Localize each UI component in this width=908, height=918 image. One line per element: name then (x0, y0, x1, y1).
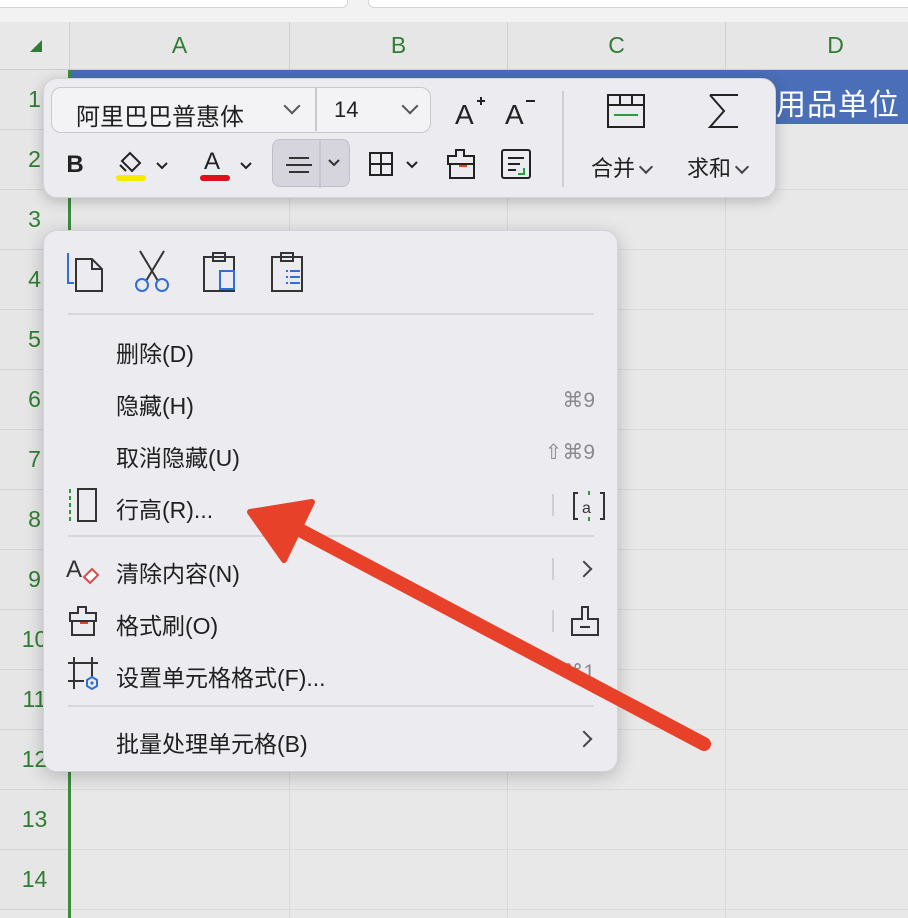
format-painter-icon[interactable] (440, 141, 484, 187)
menu-item-shortcut: ⌘1 (562, 661, 595, 684)
border-button[interactable] (364, 143, 424, 185)
menu-item-shortcut: ⇧⌘9 (544, 441, 595, 464)
font-color-button[interactable]: A (196, 143, 256, 185)
sum-label: 求和 (687, 156, 732, 181)
highlight-color-button[interactable] (112, 143, 172, 185)
font-size-increase-icon[interactable]: A (449, 91, 489, 131)
divider (552, 494, 554, 516)
row-header-13[interactable]: 13 (0, 790, 70, 850)
eraser-icon: A (66, 551, 102, 587)
divider (552, 610, 554, 632)
top-bar (0, 0, 908, 22)
format-toolbar: 阿里巴巴普惠体 14 A A B A 合并 求和 (43, 78, 776, 198)
menu-item-unhide[interactable]: 取消隐藏(U) ⇧⌘9 (44, 427, 619, 479)
menu-item-delete[interactable]: 删除(D) (44, 323, 619, 375)
formula-box[interactable] (0, 0, 348, 8)
svg-text:A: A (455, 99, 474, 129)
hand-paint-icon[interactable] (568, 603, 604, 639)
font-size-decrease-icon[interactable]: A (499, 91, 539, 131)
font-selector[interactable]: 阿里巴巴普惠体 14 (51, 87, 431, 133)
chevron-down-icon (734, 159, 750, 175)
font-size: 14 (334, 97, 359, 122)
merge-button[interactable]: 合并 (591, 151, 654, 183)
sigma-icon[interactable] (700, 89, 748, 133)
chevron-right-icon (575, 730, 593, 748)
svg-text:A: A (204, 148, 220, 175)
menu-item-label: 删除(D) (116, 341, 194, 367)
svg-text:A: A (505, 99, 524, 129)
row-header-14[interactable]: 14 (0, 850, 70, 910)
bold-icon[interactable]: B (58, 145, 92, 185)
menu-item-clear-content[interactable]: A 清除内容(N) (44, 543, 619, 595)
menu-item-label: 隐藏(H) (116, 393, 194, 419)
highlight-color-swatch (116, 175, 146, 181)
column-header-b[interactable]: B (290, 22, 508, 70)
select-all-corner[interactable] (0, 22, 70, 70)
svg-text:a: a (582, 500, 591, 517)
auto-fit-icon[interactable]: a (572, 489, 606, 523)
menu-item-label: 设置单元格格式(F)... (116, 665, 326, 691)
grid-line (70, 789, 908, 790)
column-header-c[interactable]: C (508, 22, 726, 70)
chevron-down-icon[interactable] (283, 97, 301, 115)
grid-line (70, 849, 908, 850)
menu-divider (68, 535, 594, 537)
menu-item-row-height[interactable]: 行高(R)... a (44, 479, 619, 531)
paste-special-icon[interactable] (266, 249, 310, 293)
title-cell-text: 用品单位 (776, 89, 900, 122)
menu-item-shortcut: ⌘9 (562, 389, 595, 412)
grid-line (70, 909, 908, 910)
grid-line (725, 124, 726, 918)
column-header-a[interactable]: A (70, 22, 290, 70)
svg-text:A: A (66, 556, 82, 583)
menu-item-batch-process[interactable]: 批量处理单元格(B) (44, 713, 619, 765)
chevron-down-icon[interactable] (401, 97, 419, 115)
font-name: 阿里巴巴普惠体 (76, 104, 244, 131)
row-height-icon (66, 487, 102, 523)
menu-item-label: 批量处理单元格(B) (116, 731, 308, 757)
menu-item-hide[interactable]: 隐藏(H) ⌘9 (44, 375, 619, 427)
sum-button[interactable]: 求和 (687, 151, 750, 183)
merge-icon[interactable] (602, 89, 650, 133)
format-cells-icon (66, 655, 102, 691)
merge-label: 合并 (591, 156, 636, 181)
align-button[interactable] (272, 139, 350, 188)
menu-divider (68, 705, 594, 707)
divider (562, 91, 564, 187)
copy-icon[interactable] (64, 249, 108, 293)
divider (552, 558, 554, 580)
context-menu: 删除(D) 隐藏(H) ⌘9 取消隐藏(U) ⇧⌘9 行高(R)... a A … (43, 230, 618, 772)
chevron-right-icon (575, 560, 593, 578)
divider (315, 88, 317, 131)
paste-icon[interactable] (198, 249, 242, 293)
menu-divider (68, 313, 594, 315)
formula-input[interactable] (368, 0, 908, 8)
menu-item-label: 清除内容(N) (116, 561, 240, 587)
menu-item-format-painter[interactable]: 格式刷(O) (44, 595, 619, 647)
format-painter-icon (66, 603, 102, 639)
menu-item-label: 取消隐藏(U) (116, 445, 240, 471)
chevron-down-icon (638, 159, 654, 175)
menu-item-label: 格式刷(O) (116, 613, 219, 639)
menu-item-format-cells[interactable]: 设置单元格格式(F)... ⌘1 (44, 647, 619, 699)
cut-icon[interactable] (130, 249, 174, 293)
column-header-d[interactable]: D (726, 22, 908, 70)
text-wrap-icon[interactable] (494, 141, 538, 187)
menu-item-label: 行高(R)... (116, 497, 214, 523)
